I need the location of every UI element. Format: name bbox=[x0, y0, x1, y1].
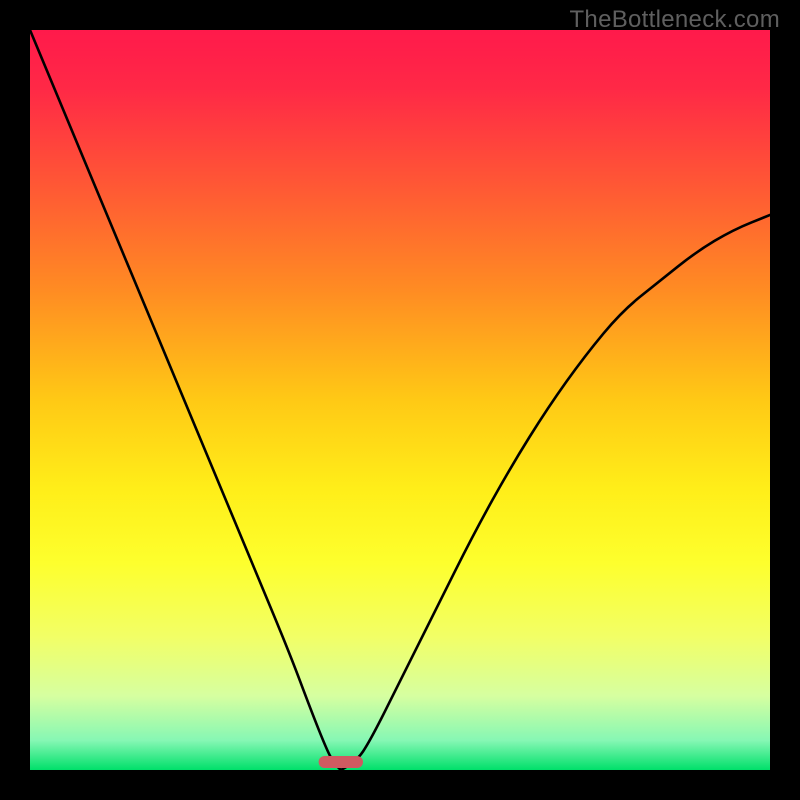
watermark-label: TheBottleneck.com bbox=[569, 6, 780, 34]
chart-root: TheBottleneck.com bbox=[0, 0, 800, 800]
plot-area bbox=[30, 30, 770, 770]
gradient-background bbox=[30, 30, 770, 770]
chart-svg bbox=[30, 30, 770, 770]
optimal-marker bbox=[319, 756, 363, 768]
